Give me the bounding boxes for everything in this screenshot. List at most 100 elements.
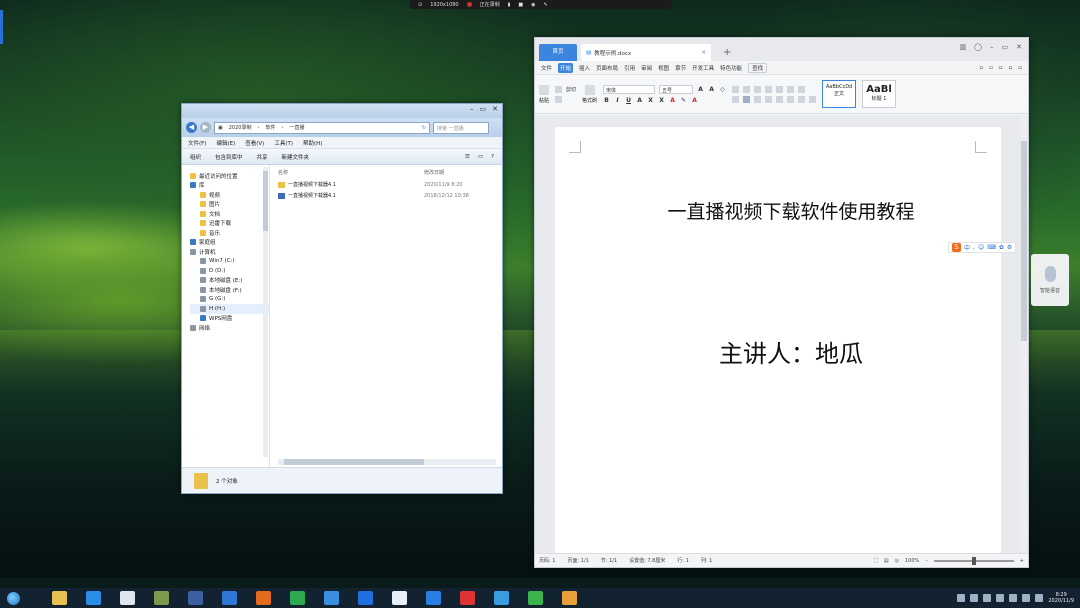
network-icon[interactable] xyxy=(1022,594,1031,602)
pause-icon[interactable]: ▮ xyxy=(508,2,511,8)
camera-icon[interactable]: ◉ xyxy=(531,2,535,8)
font-family-select[interactable]: 宋体 xyxy=(603,84,656,94)
stop-icon[interactable]: ■ xyxy=(518,2,523,8)
chinese-layout-icon[interactable] xyxy=(776,85,784,93)
help-icon[interactable]: ? xyxy=(491,154,494,160)
bold-icon[interactable]: B xyxy=(603,97,610,104)
cloud-sync-icon[interactable]: ▫ xyxy=(979,65,983,71)
column-name[interactable]: 名称 xyxy=(278,169,424,179)
nav-item[interactable]: 计算机 xyxy=(190,247,269,257)
file-list-hscrollbar[interactable] xyxy=(278,459,496,465)
wps-menu-item[interactable]: 特色功能 xyxy=(720,64,742,72)
nav-item[interactable]: Win7 (C:) xyxy=(190,257,269,267)
back-arrow-icon[interactable]: ◀ xyxy=(186,122,197,133)
style-heading-1[interactable]: AaBl 标题 1 xyxy=(862,80,897,108)
avatar[interactable]: ◯ xyxy=(974,43,982,51)
taskbar-app-button[interactable] xyxy=(450,588,484,608)
nav-item[interactable]: D (D:) xyxy=(190,266,269,276)
align-center-icon[interactable] xyxy=(743,95,751,103)
wps-menu-item[interactable]: 页面布局 xyxy=(596,64,618,72)
taskbar-app-button[interactable] xyxy=(416,588,450,608)
navigation-pane[interactable]: 最近访问的位置库视频 图片 文档 迅雷下载 音乐 家庭组 计算机 Win7 (C:) D (D:… xyxy=(182,165,270,469)
wps-menu-item[interactable]: 引用 xyxy=(624,64,635,72)
zoom-out-icon[interactable]: – xyxy=(925,558,928,564)
more-icon[interactable]: ▫ xyxy=(1009,65,1013,71)
view-options-icon[interactable]: ☰ xyxy=(465,154,470,160)
keyboard-icon[interactable]: ⌨ xyxy=(987,244,996,251)
taskbar-app-button[interactable] xyxy=(484,588,518,608)
tab-home[interactable]: 首页 xyxy=(539,44,577,61)
tray-app-icon[interactable] xyxy=(996,594,1005,602)
nav-item[interactable]: 迅雷下载 xyxy=(190,219,269,229)
taskbar-app-button[interactable] xyxy=(518,588,552,608)
taskbar-app-button[interactable] xyxy=(42,588,76,608)
nav-item[interactable]: G (G:) xyxy=(190,295,269,305)
taskbar-app-button[interactable] xyxy=(246,588,280,608)
wps-menu-item[interactable]: 查找 xyxy=(748,62,768,73)
taskbar-app-button[interactable] xyxy=(110,588,144,608)
nav-scrollbar[interactable] xyxy=(263,167,268,457)
wps-menu-item[interactable]: 开始 xyxy=(558,62,574,73)
file-row[interactable]: 一直播视频下载器4.1 2020/11/9 8:20 xyxy=(278,179,502,190)
taskbar-app-button[interactable] xyxy=(144,588,178,608)
paste-button[interactable]: 粘贴 xyxy=(539,84,549,104)
tools-icon[interactable]: ⚙ xyxy=(1007,244,1012,251)
font-size-select[interactable]: 五号 xyxy=(659,84,694,94)
tab-document[interactable]: ▤ 教程示例.docx ✕ xyxy=(581,44,711,61)
zoom-level[interactable]: 100% xyxy=(905,558,919,564)
close-icon[interactable]: ✕ xyxy=(492,105,498,113)
nav-item[interactable]: 音乐 xyxy=(190,228,269,238)
file-list[interactable]: 名称 修改日期 一直播视频下载器4.1 2020/11/9 8:20 一直播视频… xyxy=(270,165,502,469)
breadcrumb-1[interactable]: 软件 xyxy=(265,124,275,131)
bullets-icon[interactable] xyxy=(732,85,740,93)
subscript-icon[interactable]: X xyxy=(658,97,665,104)
wps-menu-item[interactable]: 开发工具 xyxy=(692,64,714,72)
share-icon[interactable]: ▫ xyxy=(989,65,993,71)
nav-item[interactable]: WPS网盘 xyxy=(190,314,269,324)
include-library-button[interactable]: 包含到库中 xyxy=(215,153,243,161)
organize-button[interactable]: 组织 xyxy=(190,153,201,161)
text-color-icon[interactable]: A xyxy=(691,97,698,104)
breadcrumb-2[interactable]: 一直播 xyxy=(289,124,304,131)
start-button[interactable] xyxy=(0,588,26,608)
tray-app-icon[interactable] xyxy=(983,594,992,602)
wps-writer-window[interactable]: 首页 ▤ 教程示例.docx ✕ + ▥ ◯ – ▭ ✕ 文件 开始 插入 页面布局引… xyxy=(534,37,1029,568)
fullscreen-icon[interactable]: ⛶ xyxy=(874,558,878,564)
emoji-icon[interactable]: ☺ xyxy=(978,244,984,251)
taskbar-app-button[interactable] xyxy=(76,588,110,608)
wps-menu-item[interactable]: 视图 xyxy=(658,64,669,72)
document-scrollbar[interactable] xyxy=(1021,115,1027,555)
new-tab-icon[interactable]: + xyxy=(715,47,739,61)
wps-menu-item[interactable]: 审阅 xyxy=(641,64,652,72)
skin-icon[interactable]: ✿ xyxy=(999,244,1004,251)
shading-icon[interactable] xyxy=(798,95,806,103)
decrease-indent-icon[interactable] xyxy=(754,85,762,93)
voice-input-widget[interactable]: 智能语音 xyxy=(1031,254,1069,306)
punctuation-icon[interactable]: , xyxy=(973,244,975,251)
forward-arrow-icon[interactable]: ▶ xyxy=(200,122,211,133)
search-input[interactable]: 搜索 一直播 xyxy=(433,121,489,134)
minimize-icon[interactable]: – xyxy=(470,105,474,113)
line-spacing-icon[interactable] xyxy=(787,95,795,103)
document-title[interactable]: 一直播视频下载软件使用教程 xyxy=(555,197,1001,224)
document-page[interactable]: 一直播视频下载软件使用教程 主讲人：地瓜 xyxy=(555,127,1001,554)
pen-icon[interactable]: ✎ xyxy=(544,2,548,8)
close-icon[interactable]: ✕ xyxy=(1016,43,1022,51)
maximize-icon[interactable]: ▭ xyxy=(480,105,487,113)
cut-button[interactable]: 剪切 xyxy=(555,85,576,93)
taskbar-app-button[interactable] xyxy=(178,588,212,608)
menu-edit[interactable]: 编辑(E) xyxy=(216,139,235,147)
shrink-font-icon[interactable]: A xyxy=(708,86,715,93)
preview-pane-icon[interactable]: ▭ xyxy=(478,154,483,160)
file-explorer-window[interactable]: – ▭ ✕ ◀ ▶ ▣ 2020录制 › 软件 › 一直播 ↻ 搜索 一直播 文件(… xyxy=(181,103,503,494)
web-view-icon[interactable]: ◎ xyxy=(895,558,899,564)
document-subtitle[interactable]: 主讲人：地瓜 xyxy=(555,334,1001,369)
copy-button[interactable] xyxy=(555,95,576,103)
address-bar[interactable]: ▣ 2020录制 › 软件 › 一直播 ↻ xyxy=(214,121,430,134)
nav-item[interactable]: 文档 xyxy=(190,209,269,219)
file-row[interactable]: 一直播视频下载器4.1 2018/12/12 10:38 xyxy=(278,190,502,201)
wps-menu-item[interactable]: 章节 xyxy=(675,64,686,72)
superscript-icon[interactable]: X xyxy=(647,97,654,104)
sort-icon[interactable] xyxy=(787,85,795,93)
style-normal[interactable]: AaBbCcDd 正文 xyxy=(822,80,857,108)
